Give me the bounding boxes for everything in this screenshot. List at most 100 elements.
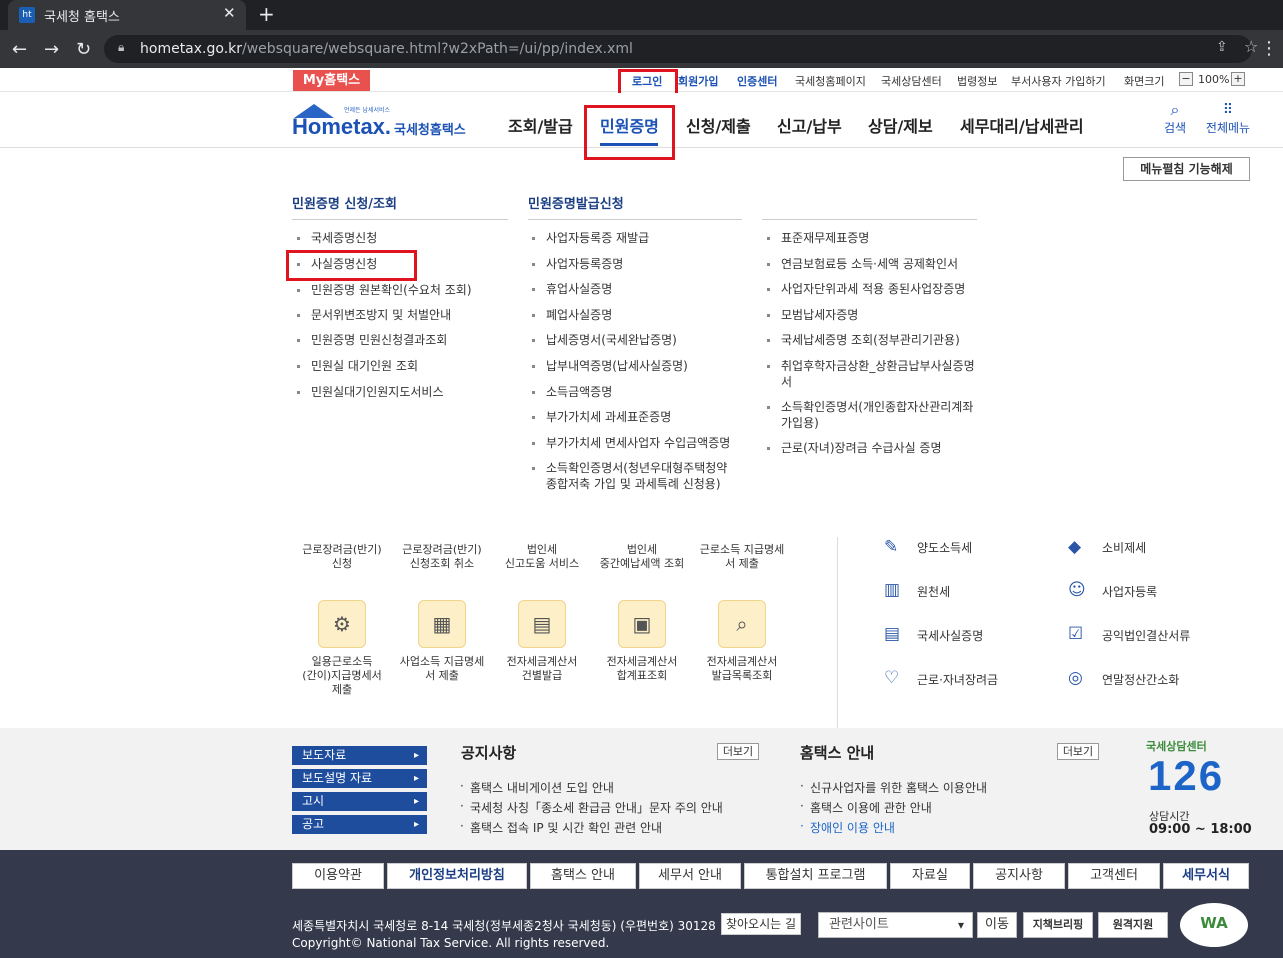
new-tab-icon[interactable]: +	[258, 2, 275, 26]
quick-item-label[interactable]: 법인세 신고도움 서비스	[492, 543, 592, 571]
right-item-label[interactable]: 양도소득세	[917, 539, 972, 556]
quick-item-label[interactable]: 근로장려금(반기) 신청조회 취소	[392, 543, 492, 571]
notification-button[interactable]: 고시	[292, 792, 427, 811]
notice-item[interactable]: 홈택스 접속 IP 및 시간 확인 관련 안내	[460, 819, 662, 836]
footer-terms-link[interactable]: 이용약관	[292, 863, 384, 889]
related-sites-select[interactable]: 관련사이트	[818, 912, 973, 938]
announcement-button[interactable]: 공고	[292, 815, 427, 834]
right-item-label[interactable]: 공익법인결산서류	[1102, 627, 1190, 644]
nts-home-link[interactable]: 국세청홈페이지	[795, 73, 866, 89]
invoice-search-icon[interactable]: ⌕	[718, 600, 766, 648]
policy-briefing-badge[interactable]: 지책브리핑	[1023, 912, 1093, 938]
bookmark-star-icon[interactable]: ☆	[1244, 37, 1258, 56]
right-item-label[interactable]: 소비제세	[1102, 539, 1146, 556]
menu-item[interactable]: 모범납세자증명	[766, 307, 858, 323]
gnb-apply[interactable]: 신청/제출	[686, 113, 751, 137]
quick-item-label[interactable]: 법인세 중간예납세액 조회	[592, 543, 692, 571]
menu-item[interactable]: 취업후학자금상환_상환금납부사실증명서	[767, 358, 976, 390]
quick-item-label[interactable]: 전자세금계산서 건별발급	[492, 655, 592, 683]
quick-item-label[interactable]: 근로소득 지급명세 서 제출	[692, 543, 792, 571]
footer-forms-link[interactable]: 세무서식	[1163, 863, 1249, 889]
menu-item[interactable]: 사업자등록증 재발급	[531, 230, 649, 246]
quick-item-label[interactable]: 근로장려금(반기) 신청	[292, 543, 392, 571]
quick-item-label[interactable]: 사업소득 지급명세 서 제출	[392, 655, 492, 683]
close-tab-icon[interactable]: ✕	[223, 4, 236, 22]
menu-item[interactable]: 근로(자녀)장려금 수급사실 증명	[767, 440, 942, 456]
menu-expand-toggle-button[interactable]: 메뉴펼침 기능해제	[1123, 157, 1250, 181]
law-info-link[interactable]: 법령정보	[957, 73, 997, 89]
guide-more-button[interactable]: 더보기	[1057, 743, 1099, 760]
menu-item[interactable]: 휴업사실증명	[531, 281, 612, 297]
consult-center-banner[interactable]: 국세상담센터 126 상담시간 09:00 ~ 18:00	[1146, 738, 1256, 838]
notice-item[interactable]: 홈택스 내비게이션 도입 안내	[460, 779, 614, 796]
invoice-sum-icon[interactable]: ▣	[618, 600, 666, 648]
gnb-inquiry[interactable]: 조회/발급	[508, 113, 573, 137]
zoom-in-button[interactable]: +	[1231, 72, 1245, 86]
remote-support-button[interactable]: 원격지원	[1098, 912, 1168, 938]
guide-item-accessibility[interactable]: 장애인 이용 안내	[800, 819, 895, 836]
menu-item[interactable]: 국세증명신청	[296, 230, 377, 246]
cert-center-link[interactable]: 인증센터	[737, 73, 777, 89]
find-way-button[interactable]: 찾아오시는 길	[721, 913, 801, 935]
right-item-label[interactable]: 원천세	[917, 583, 950, 600]
join-link[interactable]: 회원가입	[678, 73, 718, 89]
menu-item[interactable]: 민원증명 원본확인(수요처 조회)	[297, 282, 472, 298]
dept-user-join-link[interactable]: 부서사용자 가입하기	[1011, 73, 1106, 89]
menu-item[interactable]: 소득확인증명서(개인종합자산관리계좌 가입용)	[767, 399, 976, 431]
wage-report-icon[interactable]: ⚙	[318, 600, 366, 648]
guide-item[interactable]: 홈택스 이용에 관한 안내	[800, 799, 932, 816]
consult-center-link[interactable]: 국세상담센터	[881, 73, 942, 89]
gnb-tax-agent[interactable]: 세무대리/납세관리	[960, 113, 1084, 137]
menu-item[interactable]: 문서위변조방지 및 처벌안내	[296, 307, 451, 323]
gnb-consult[interactable]: 상담/제보	[868, 113, 933, 137]
menu-item[interactable]: 납세증명서(국세완납증명)	[532, 332, 677, 348]
footer-guide-link[interactable]: 홈택스 안내	[530, 863, 636, 889]
menu-item[interactable]: 부가가치세 면세사업자 수입금액증명	[531, 435, 730, 451]
url-input[interactable]: 🔒︎ hometax.go.kr/websquare/websquare.htm…	[104, 35, 1258, 63]
menu-item[interactable]: 사업자등록증명	[531, 256, 623, 272]
right-item-label[interactable]: 근로·자녀장려금	[917, 671, 998, 688]
browser-menu-icon[interactable]: ⋮	[1260, 38, 1278, 59]
footer-office-link[interactable]: 세무서 안내	[639, 863, 741, 889]
menu-item[interactable]: 소득확인증명서(청년우대형주택청약 종합저축 가입 및 과세특례 신청용)	[532, 460, 741, 492]
footer-notice-link[interactable]: 공지사항	[973, 863, 1065, 889]
press-release-button[interactable]: 보도자료	[292, 746, 427, 765]
menu-item[interactable]: 폐업사실증명	[531, 307, 612, 323]
menu-item[interactable]: 민원증명 민원신청결과조회	[296, 332, 447, 348]
menu-item[interactable]: 국세납세증명 조회(정부관리기관용)	[767, 332, 960, 348]
quick-item-label[interactable]: 전자세금계산서 발급목록조회	[692, 655, 792, 683]
footer-install-link[interactable]: 통합설치 프로그램	[744, 863, 887, 889]
share-icon[interactable]: ⇪	[1216, 39, 1228, 55]
right-item-label[interactable]: 국세사실증명	[917, 627, 983, 644]
footer-customer-link[interactable]: 고객센터	[1068, 863, 1160, 889]
notice-item[interactable]: 국세청 사칭「종소세 환급금 안내」문자 주의 안내	[460, 799, 723, 816]
footer-archive-link[interactable]: 자료실	[890, 863, 970, 889]
menu-item[interactable]: 연금보험료등 소득·세액 공제확인서	[766, 256, 958, 272]
press-explanation-button[interactable]: 보도설명 자료	[292, 769, 427, 788]
menu-item[interactable]: 소득금액증명	[531, 384, 612, 400]
right-item-label[interactable]: 연말정산간소화	[1102, 671, 1179, 688]
menu-item[interactable]: 사업자단위과세 적용 종된사업장증명	[766, 281, 965, 297]
menu-item[interactable]: 표준재무제표증명	[766, 230, 869, 246]
menu-item[interactable]: 납부내역증명(납세사실증명)	[532, 358, 688, 374]
quick-item-label[interactable]: 일용근로소득 (간이)지급명세서 제출	[292, 655, 392, 697]
calculator-icon[interactable]: ▤	[518, 600, 566, 648]
go-button[interactable]: 이동	[977, 912, 1017, 938]
forward-icon[interactable]: →	[44, 39, 59, 60]
search-button[interactable]: ⌕ 검색	[1158, 101, 1192, 136]
menu-item[interactable]: 부가가치세 과세표준증명	[531, 409, 671, 425]
all-menu-button[interactable]: ⠿ 전체메뉴	[1202, 101, 1254, 136]
back-icon[interactable]: ←	[12, 39, 27, 60]
reload-icon[interactable]: ↻	[76, 39, 91, 60]
menu-item[interactable]: 민원실대기인원지도서비스	[296, 384, 443, 400]
my-hometax-button[interactable]: My홈택스	[293, 70, 370, 91]
quick-item-label[interactable]: 전자세금계산서 합계표조회	[592, 655, 692, 683]
right-item-label[interactable]: 사업자등록	[1102, 583, 1157, 600]
guide-item[interactable]: 신규사업자를 위한 홈택스 이용안내	[800, 779, 987, 796]
notice-more-button[interactable]: 더보기	[717, 743, 759, 760]
hometax-logo[interactable]: 언제든 납세서비스 Hometax. 국세청홈택스	[292, 100, 477, 140]
gnb-report-pay[interactable]: 신고/납부	[777, 113, 842, 137]
footer-privacy-link[interactable]: 개인정보처리방침	[387, 863, 527, 889]
menu-item[interactable]: 민원실 대기인원 조회	[297, 358, 418, 374]
calendar-icon[interactable]: ▦	[418, 600, 466, 648]
